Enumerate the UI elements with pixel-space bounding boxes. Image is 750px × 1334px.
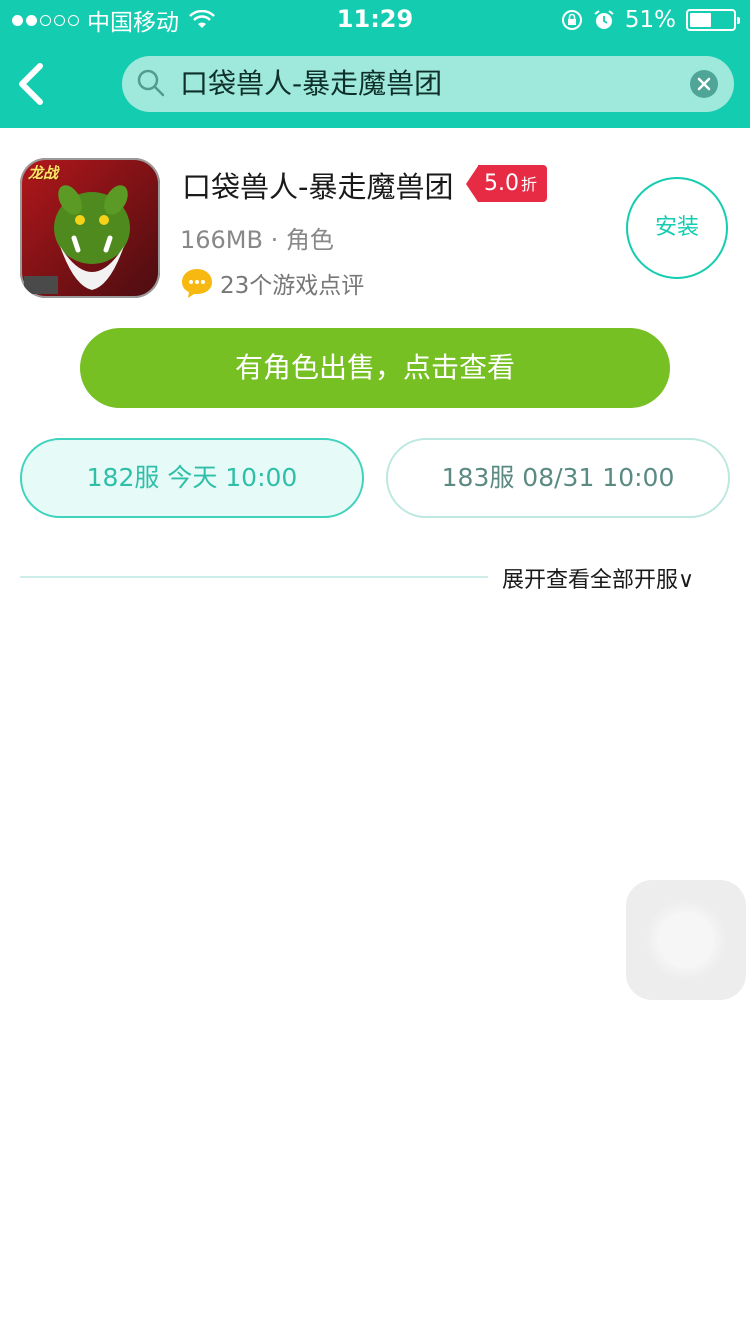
battery-percent: 51% bbox=[624, 7, 676, 33]
search-input[interactable]: 口袋兽人-暴走魔兽团 bbox=[122, 56, 734, 112]
orientation-lock-icon bbox=[561, 10, 582, 30]
game-app-icon[interactable]: 龙战 bbox=[20, 158, 160, 298]
comment-bubble-icon bbox=[182, 269, 212, 298]
search-query-text: 口袋兽人-暴走魔兽团 bbox=[180, 67, 443, 100]
clear-search-icon[interactable] bbox=[690, 70, 718, 98]
search-icon bbox=[137, 69, 165, 97]
server-183-button[interactable]: 183服 08/31 10:00 bbox=[386, 438, 730, 518]
game-category: 角色 bbox=[285, 226, 334, 254]
reviews-count: 23个游戏点评 bbox=[220, 273, 365, 299]
game-size: 166MB bbox=[180, 226, 263, 254]
expand-all-servers-link[interactable]: 展开查看全部开服∨ bbox=[502, 562, 694, 594]
back-chevron-icon[interactable] bbox=[12, 60, 52, 108]
discount-badge: 5.0 折 bbox=[466, 165, 548, 202]
discount-unit: 折 bbox=[521, 175, 538, 194]
battery-icon bbox=[686, 9, 740, 31]
battery-fill bbox=[690, 13, 711, 27]
assistive-touch-button[interactable] bbox=[626, 880, 746, 1000]
character-sale-button[interactable]: 有角色出售，点击查看 bbox=[80, 328, 670, 408]
game-meta: 166MB · 角色 bbox=[180, 220, 334, 255]
app-header: 中国移动 11:29 51% 口袋兽人-暴走魔兽团 bbox=[0, 0, 750, 128]
game-reviews[interactable]: 23个游戏点评 bbox=[180, 266, 364, 300]
meta-separator: · bbox=[262, 226, 286, 254]
divider bbox=[20, 576, 488, 578]
status-bar: 中国移动 11:29 51% bbox=[0, 0, 750, 40]
alarm-icon bbox=[594, 10, 614, 29]
status-right: 51% bbox=[561, 6, 740, 34]
discount-value: 5.0 bbox=[484, 171, 519, 196]
game-icon-badge: 龙战 bbox=[28, 164, 59, 182]
game-title[interactable]: 口袋兽人-暴走魔兽团 bbox=[182, 164, 453, 206]
server-182-button[interactable]: 182服 今天 10:00 bbox=[20, 438, 364, 518]
install-button[interactable]: 安装 bbox=[626, 177, 728, 279]
